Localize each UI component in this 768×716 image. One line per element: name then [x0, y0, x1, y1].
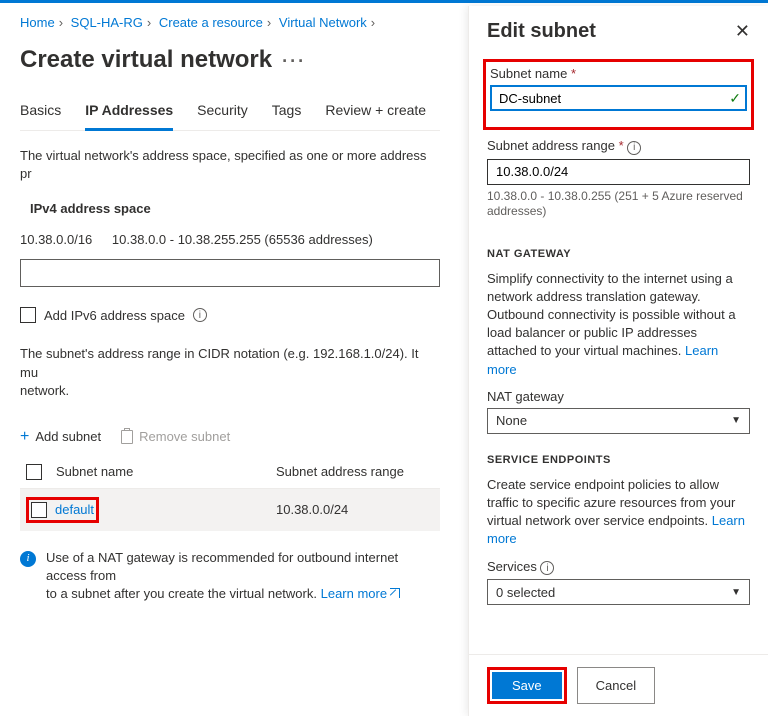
- trash-icon: [121, 430, 133, 444]
- edit-subnet-panel: Edit subnet ✕ Subnet name * ✓ Subnet add…: [468, 6, 768, 716]
- ipv4-heading: IPv4 address space: [20, 197, 440, 226]
- select-all-checkbox[interactable]: [26, 464, 42, 480]
- ipv6-checkbox[interactable]: [20, 307, 36, 323]
- service-endpoints-heading: SERVICE ENDPOINTS: [487, 440, 750, 476]
- subnet-link-default[interactable]: default: [55, 502, 94, 517]
- breadcrumb: Home› SQL-HA-RG› Create a resource› Virt…: [20, 3, 440, 38]
- info-icon[interactable]: i: [627, 141, 641, 155]
- ipv4-address-row: 10.38.0.0/16 10.38.0.0 - 10.38.255.255 (…: [20, 226, 440, 259]
- tab-ip-addresses[interactable]: IP Addresses: [85, 94, 173, 131]
- save-button[interactable]: Save: [492, 672, 562, 699]
- subnet-name-input[interactable]: [490, 85, 747, 111]
- info-icon[interactable]: i: [193, 308, 207, 322]
- chevron-down-icon: ▼: [731, 587, 741, 598]
- plus-icon: +: [20, 428, 29, 446]
- learn-more-link[interactable]: Learn more: [321, 586, 400, 601]
- info-icon[interactable]: i: [540, 561, 554, 575]
- subnet-range-input[interactable]: [487, 159, 750, 185]
- nat-select-label: NAT gateway: [487, 389, 750, 408]
- service-endpoints-body: Create service endpoint policies to allo…: [487, 476, 750, 559]
- tab-tags[interactable]: Tags: [272, 94, 302, 130]
- crumb-vnet[interactable]: Virtual Network: [279, 15, 367, 30]
- subnet-name-label: Subnet name *: [490, 66, 747, 85]
- crumb-create[interactable]: Create a resource: [159, 15, 263, 30]
- table-row[interactable]: default 10.38.0.0/24: [20, 489, 440, 531]
- subnet-table-header: Subnet name Subnet address range: [20, 456, 440, 489]
- nat-gateway-select[interactable]: None▼: [487, 408, 750, 434]
- close-icon[interactable]: ✕: [735, 21, 750, 42]
- services-select[interactable]: 0 selected▼: [487, 579, 750, 605]
- external-link-icon: [390, 588, 400, 598]
- tab-review[interactable]: Review + create: [325, 94, 426, 130]
- services-label: Services i: [487, 559, 750, 580]
- address-space-input[interactable]: [20, 259, 440, 287]
- nat-gateway-heading: NAT GATEWAY: [487, 234, 750, 270]
- nat-info-banner: i Use of a NAT gateway is recommended fo…: [20, 531, 440, 622]
- tab-security[interactable]: Security: [197, 94, 248, 130]
- tab-basics[interactable]: Basics: [20, 94, 61, 130]
- page-title: Create virtual network···: [20, 38, 440, 94]
- add-subnet-button[interactable]: + Add subnet: [20, 428, 101, 446]
- cancel-button[interactable]: Cancel: [577, 667, 655, 704]
- subnet-range-label: Subnet address range * i: [487, 138, 750, 159]
- check-icon: ✓: [729, 90, 741, 107]
- subnet-range: 10.38.0.0/24: [276, 502, 434, 517]
- nat-gateway-body: Simplify connectivity to the internet us…: [487, 270, 750, 389]
- address-space-description: The virtual network's address space, spe…: [20, 131, 440, 197]
- subnet-range-help: 10.38.0.0 - 10.38.0.255 (251 + 5 Azure r…: [487, 189, 750, 220]
- tabs: Basics IP Addresses Security Tags Review…: [20, 94, 440, 131]
- info-icon: i: [20, 551, 36, 567]
- subnet-description: The subnet's address range in CIDR notat…: [20, 329, 440, 414]
- row-checkbox[interactable]: [31, 502, 47, 518]
- panel-title: Edit subnet: [487, 20, 596, 43]
- crumb-home[interactable]: Home: [20, 15, 55, 30]
- crumb-rg[interactable]: SQL-HA-RG: [71, 15, 143, 30]
- ipv6-label: Add IPv6 address space: [44, 308, 185, 323]
- chevron-down-icon: ▼: [731, 415, 741, 426]
- remove-subnet-button: Remove subnet: [121, 429, 230, 444]
- more-icon[interactable]: ···: [282, 51, 306, 71]
